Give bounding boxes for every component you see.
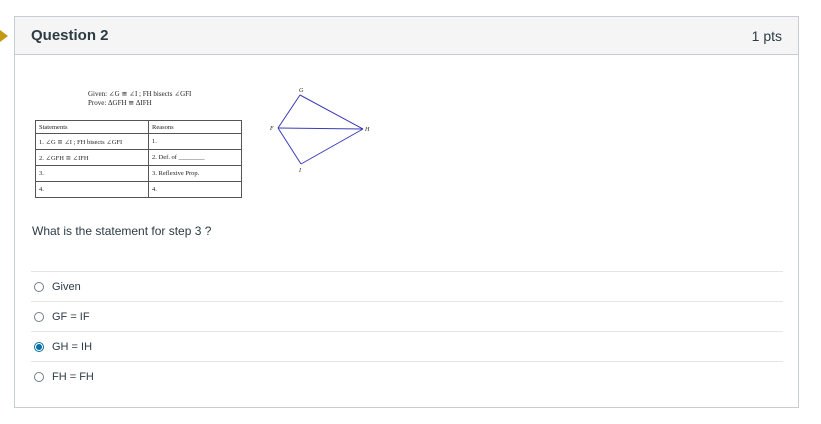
answer-option[interactable]: GF = IF [31,301,783,331]
point-h-label: H [364,127,370,133]
segment-fg [277,94,301,129]
answer-option[interactable]: Given [31,271,783,301]
answer-label[interactable]: Given [52,281,81,293]
reason-cell: 1. [148,133,242,150]
table-row: 4. 4. [35,181,242,198]
reason-cell: 2. Def. of ________ [148,149,242,166]
answer-label[interactable]: GH = IH [52,341,92,353]
given-prove-text: Given: ∠G ≅ ∠I ; FH bisects ∠GFI Prove: … [88,90,191,108]
reason-cell: 4. [148,181,242,198]
question-prompt: What is the statement for step 3 ? [32,224,212,238]
point-i-label: I [298,168,302,174]
proof-table: Statements Reasons 1. ∠G ≅ ∠I ; FH bisec… [35,120,242,198]
segment-hi [300,128,364,165]
answer-label[interactable]: FH = FH [52,371,94,383]
segment-if [277,127,302,165]
segment-fh [277,127,364,130]
question-points: 1 pts [751,27,782,44]
reason-cell: 3. Reflexive Prop. [148,165,242,182]
table-row: 3. 3. Reflexive Prop. [35,165,242,182]
answer-option[interactable]: FH = FH [31,361,783,391]
prove-statement: Prove: ΔGFH ≅ ΔIFH [88,99,152,107]
statements-header: Statements [35,120,149,134]
answer-option[interactable]: GH = IH [31,331,783,361]
radio-button[interactable] [34,311,44,322]
point-g-label: G [299,88,304,94]
segment-gh [299,94,364,130]
point-f-label: F [269,126,274,132]
current-question-marker [0,30,8,42]
question-title: Question 2 [31,27,109,44]
statement-cell: 1. ∠G ≅ ∠I ; FH bisects ∠GFI [35,133,149,150]
question-header: Question 2 1 pts [15,17,798,55]
question-card: Question 2 1 pts Given: ∠G ≅ ∠I ; FH bis… [14,16,799,408]
proof-figure: Given: ∠G ≅ ∠I ; FH bisects ∠GFI Prove: … [35,87,370,207]
statement-cell: 4. [35,181,149,198]
given-statement: Given: ∠G ≅ ∠I ; FH bisects ∠GFI [88,90,192,98]
table-row: 2. ∠GFH ≅ ∠IFH 2. Def. of ________ [35,149,242,166]
kite-diagram: G F H I [269,88,370,174]
answer-list: Given GF = IF GH = IH FH = FH [31,271,783,391]
answer-label[interactable]: GF = IF [52,311,90,323]
table-row: 1. ∠G ≅ ∠I ; FH bisects ∠GFI 1. [35,133,242,150]
reasons-header: Reasons [148,120,242,134]
radio-button[interactable] [34,371,44,382]
radio-button[interactable] [34,341,44,352]
statement-cell: 2. ∠GFH ≅ ∠IFH [35,149,149,166]
radio-button[interactable] [34,281,44,292]
statement-cell: 3. [35,165,149,182]
